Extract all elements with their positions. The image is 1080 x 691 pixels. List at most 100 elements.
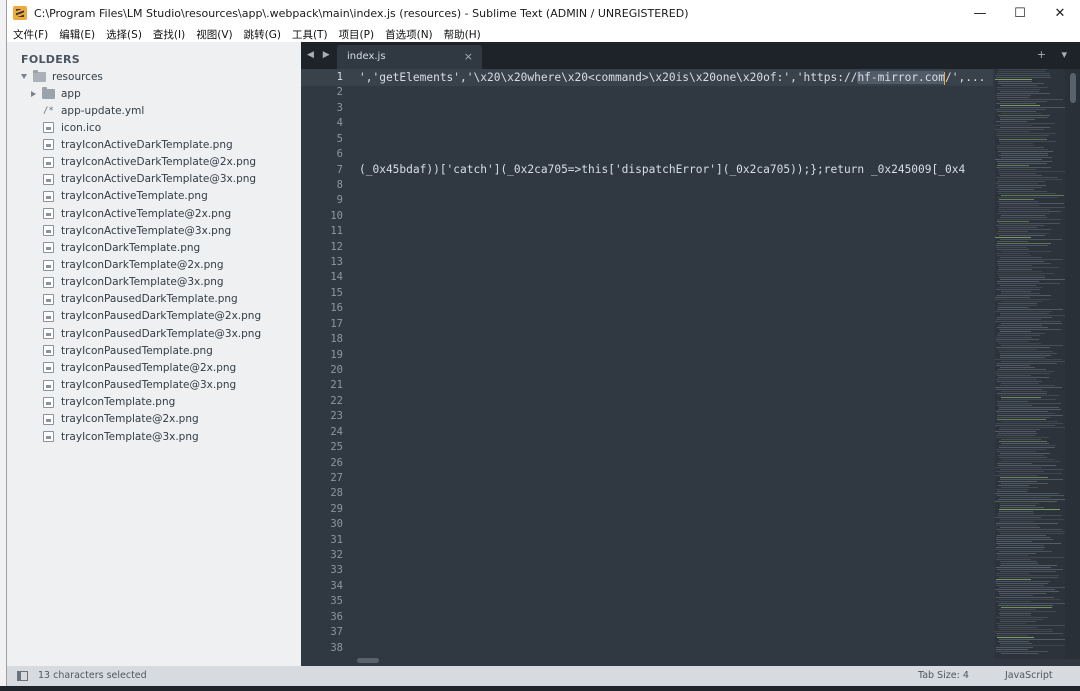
vertical-scrollbar[interactable]	[1065, 69, 1080, 659]
line-number: 24	[330, 425, 343, 438]
line-number: 20	[330, 363, 343, 376]
tree-file-item[interactable]: trayIconDarkTemplate.png	[43, 239, 200, 256]
status-bar: 13 characters selected Tab Size: 4 JavaS…	[7, 666, 1080, 686]
image-file-icon	[43, 259, 54, 271]
tree-file-item[interactable]: trayIconPausedDarkTemplate@3x.png	[43, 325, 261, 342]
image-file-icon	[43, 328, 54, 340]
tab-index-js[interactable]: index.js ×	[337, 45, 482, 69]
line-number: 9	[336, 194, 343, 207]
tree-file-item[interactable]: trayIconDarkTemplate@2x.png	[43, 257, 224, 274]
background-desktop-bottom	[0, 686, 1080, 691]
image-file-icon	[43, 310, 54, 322]
tab-bar: ◀ ▶ index.js × + ▾	[301, 42, 1080, 69]
tree-file-item[interactable]: trayIconPausedDarkTemplate@2x.png	[43, 308, 261, 325]
image-file-icon	[43, 122, 54, 134]
line-number: 18	[330, 333, 343, 346]
menu-preferences[interactable]: 首选项(N)	[385, 27, 433, 42]
tree-folder-item[interactable]: app	[31, 85, 81, 102]
line-number: 26	[330, 456, 343, 469]
menu-help[interactable]: 帮助(H)	[444, 27, 481, 42]
tree-file-item[interactable]: /* app-update.yml	[43, 102, 144, 119]
close-button[interactable]: ✕	[1040, 0, 1080, 26]
image-file-icon	[43, 345, 54, 357]
menu-find[interactable]: 查找(I)	[153, 27, 185, 42]
line-number: 11	[330, 225, 343, 238]
tree-root-folder[interactable]: resources	[21, 68, 103, 85]
line-number: 37	[330, 626, 343, 639]
tree-item-label: trayIconPausedTemplate.png	[61, 344, 213, 357]
sublime-logo-icon	[13, 6, 27, 20]
tree-file-item[interactable]: trayIconTemplate@2x.png	[43, 411, 199, 428]
minimap[interactable]	[995, 69, 1065, 659]
chevron-right-icon[interactable]	[31, 90, 36, 97]
window-title: C:\Program Files\LM Studio\resources\app…	[34, 6, 689, 20]
code-line-7[interactable]: (_0x45bdaf))['catch'](_0x2ca705=>this['d…	[359, 163, 995, 176]
tree-item-label: trayIconActiveDarkTemplate@2x.png	[61, 156, 257, 169]
tree-file-item[interactable]: trayIconTemplate.png	[43, 394, 175, 411]
line-number: 5	[336, 132, 343, 145]
title-bar[interactable]: C:\Program Files\LM Studio\resources\app…	[7, 0, 1080, 26]
tree-file-item[interactable]: trayIconActiveTemplate@2x.png	[43, 205, 231, 222]
tree-file-item[interactable]: trayIconTemplate@3x.png	[43, 428, 199, 445]
tree-item-label: trayIconPausedTemplate@2x.png	[61, 361, 237, 374]
line-number: 31	[330, 533, 343, 546]
tab-close-icon[interactable]: ×	[464, 50, 473, 63]
image-file-icon	[43, 139, 54, 151]
tree-file-item[interactable]: trayIconActiveDarkTemplate@2x.png	[43, 154, 256, 171]
tab-label: index.js	[347, 51, 386, 62]
tree-item-label: trayIconActiveDarkTemplate.png	[61, 138, 233, 151]
tree-item-label: app	[61, 87, 81, 100]
maximize-button[interactable]: ☐	[1000, 0, 1040, 26]
tree-file-item[interactable]: icon.ico	[43, 119, 101, 136]
menu-view[interactable]: 视图(V)	[196, 27, 232, 42]
menu-file[interactable]: 文件(F)	[13, 27, 48, 42]
tree-file-item[interactable]: trayIconDarkTemplate@3x.png	[43, 274, 224, 291]
vertical-scroll-thumb[interactable]	[1070, 73, 1076, 103]
menu-edit[interactable]: 编辑(E)	[59, 27, 95, 42]
line-number: 33	[330, 564, 343, 577]
image-file-icon	[43, 276, 54, 288]
menu-tools[interactable]: 工具(T)	[292, 27, 328, 42]
horizontal-scrollbar[interactable]	[357, 656, 995, 664]
line-number: 10	[330, 209, 343, 222]
sidebar: FOLDERS resources app /* app-update.yml ico…	[7, 42, 301, 666]
image-file-icon	[43, 362, 54, 374]
tree-file-item[interactable]: trayIconPausedTemplate.png	[43, 342, 213, 359]
image-file-icon	[43, 156, 54, 168]
folder-open-icon	[33, 69, 46, 82]
tree-root-label: resources	[52, 70, 103, 83]
line-number: 12	[330, 240, 343, 253]
code-line-1-after: /',...	[945, 71, 986, 84]
chevron-down-icon[interactable]	[21, 74, 27, 79]
code-line-1-before: ','getElements','\x20\x20where\x20<comma…	[359, 71, 858, 84]
tree-file-item[interactable]: trayIconPausedTemplate@2x.png	[43, 359, 236, 376]
tree-file-item[interactable]: trayIconPausedTemplate@3x.png	[43, 377, 236, 394]
line-number: 7	[336, 163, 343, 176]
image-file-icon	[43, 242, 54, 254]
tree-item-label: trayIconPausedDarkTemplate@2x.png	[61, 310, 262, 323]
tree-file-item[interactable]: trayIconActiveTemplate@3x.png	[43, 222, 231, 239]
status-syntax[interactable]: JavaScript	[1005, 670, 1053, 681]
tree-file-item[interactable]: trayIconActiveTemplate.png	[43, 188, 208, 205]
tab-menu-icons[interactable]: + ▾	[1037, 48, 1073, 61]
line-number: 27	[330, 471, 343, 484]
tree-file-item[interactable]: trayIconActiveDarkTemplate.png	[43, 136, 233, 153]
tree-file-item[interactable]: trayIconPausedDarkTemplate.png	[43, 291, 238, 308]
tab-nav-arrows-icon[interactable]: ◀ ▶	[307, 50, 333, 60]
sidebar-toggle-icon[interactable]	[17, 671, 28, 681]
code-line-1[interactable]: ','getElements','\x20\x20where\x20<comma…	[359, 71, 995, 85]
tree-item-label: trayIconDarkTemplate@2x.png	[61, 259, 224, 271]
status-tab-size[interactable]: Tab Size: 4	[918, 670, 969, 681]
tree-file-item[interactable]: trayIconActiveDarkTemplate@3x.png	[43, 171, 256, 188]
menu-goto[interactable]: 跳转(G)	[244, 27, 281, 42]
minimize-button[interactable]: —	[960, 0, 1000, 26]
menu-selection[interactable]: 选择(S)	[106, 27, 142, 42]
line-number: 22	[330, 394, 343, 407]
tree-item-label: trayIconActiveTemplate@2x.png	[61, 207, 232, 220]
image-file-icon	[43, 431, 54, 442]
line-number: 16	[330, 302, 343, 315]
horizontal-scroll-thumb[interactable]	[357, 658, 379, 663]
image-file-icon	[43, 225, 54, 237]
menu-project[interactable]: 项目(P)	[339, 27, 375, 42]
tree-item-label: trayIconPausedDarkTemplate.png	[61, 293, 238, 306]
